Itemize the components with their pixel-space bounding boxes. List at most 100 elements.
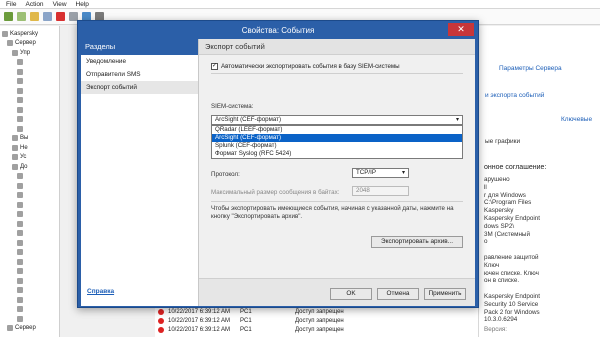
sections-list: Уведомление Отправители SMS Экспорт событи… — [81, 55, 198, 94]
menu-action[interactable]: Action — [25, 1, 43, 8]
maxsize-field[interactable]: 2048 — [352, 186, 409, 196]
section-item[interactable]: Уведомление — [81, 55, 198, 68]
siem-label: SIEM-система: — [211, 103, 254, 110]
tree-item[interactable]: Ус — [12, 153, 26, 162]
tree-item[interactable]: До — [12, 162, 27, 171]
section-item[interactable]: Экспорт событий — [81, 81, 198, 94]
up-folder-icon[interactable] — [30, 12, 39, 21]
tree-item[interactable] — [17, 210, 25, 219]
server-settings-link[interactable]: Параметры Сервера — [499, 65, 562, 72]
tree-item[interactable]: Вы — [12, 134, 28, 143]
info-line: он в списке. — [484, 277, 520, 285]
tree-item[interactable]: Упр — [12, 48, 30, 57]
siem-option[interactable]: QRadar (LEEF-формат) — [212, 126, 462, 134]
info-line: 10.3.0.6294 — [484, 316, 518, 324]
tree-item[interactable] — [17, 276, 25, 285]
dialog-titlebar[interactable]: Свойства: События ✕ — [78, 21, 478, 39]
siem-select[interactable]: ArcSight (CEF-формат) ▾ — [211, 115, 463, 125]
tree-node-icon — [17, 239, 23, 246]
tree-item[interactable] — [17, 314, 25, 323]
tree-item[interactable] — [17, 305, 25, 314]
delete-icon[interactable] — [56, 12, 65, 21]
siem-option[interactable]: Формат Syslog (RFC 5424) — [212, 150, 462, 158]
menu-help[interactable]: Help — [76, 1, 89, 8]
dialog-title: Свойства: События — [241, 26, 315, 35]
table-row[interactable]: 10/22/2017 6:39:12 AM PC1 Доступ запрещен — [155, 317, 344, 325]
apply-button[interactable]: Применить — [424, 288, 466, 300]
tree-item[interactable]: Сервер — [7, 39, 36, 48]
tree-item[interactable]: Kaspersky — [2, 29, 38, 38]
tree-item[interactable] — [17, 77, 25, 86]
keys-link[interactable]: Ключевые — [561, 116, 592, 123]
tree-item[interactable] — [17, 219, 25, 228]
tree-item[interactable] — [17, 58, 25, 67]
table-row[interactable]: 10/22/2017 6:39:12 AM PC1 Доступ запрещен — [155, 308, 344, 316]
tree-node-icon — [17, 87, 23, 94]
back-icon[interactable] — [4, 12, 13, 21]
tree-item[interactable] — [17, 238, 25, 247]
tree-item[interactable] — [17, 115, 25, 124]
tree-node-icon — [17, 306, 23, 312]
tree-item[interactable] — [17, 248, 25, 257]
tree-item[interactable]: Сервер — [7, 324, 36, 333]
info-line: о — [484, 238, 488, 246]
auto-export-row[interactable]: ✓ Автоматически экспортировать события в… — [211, 63, 400, 70]
tree-node-icon — [17, 287, 23, 293]
tree-item[interactable] — [17, 105, 25, 114]
siem-option[interactable]: Splunk (CEF-формат) — [212, 142, 462, 150]
info-line: dows SP2\ — [484, 222, 515, 230]
siem-selected-value: ArcSight (CEF-формат) — [215, 116, 282, 123]
tree-item[interactable] — [17, 96, 25, 105]
console-tree-icon[interactable] — [43, 12, 52, 21]
event-date: 10/22/2017 6:39:12 AM — [168, 327, 231, 333]
menu-file[interactable]: File — [6, 1, 16, 8]
error-icon — [158, 309, 164, 315]
chevron-down-icon[interactable]: ▾ — [402, 169, 405, 177]
tree-node-icon — [17, 268, 23, 274]
tree-node-icon — [17, 277, 23, 284]
event-export-link[interactable]: и экспорта событий — [485, 92, 544, 99]
section-item[interactable]: Отправители SMS — [81, 68, 198, 81]
protocol-label: Протокол: — [211, 171, 240, 178]
forward-icon[interactable] — [17, 12, 26, 21]
tree-item[interactable] — [17, 181, 25, 190]
sections-header: Разделы — [81, 39, 198, 55]
info-line: Kaspersky Endpoint — [484, 215, 541, 222]
info-line: ll — [484, 183, 487, 191]
menu-bar: File Action View Help — [0, 0, 600, 9]
error-icon — [158, 318, 164, 324]
tree-item[interactable] — [17, 267, 25, 276]
tree-node-icon — [17, 78, 23, 84]
tree-item[interactable] — [17, 257, 25, 266]
table-row[interactable]: 10/22/2017 6:39:12 AM PC1 Доступ запрещен — [155, 326, 344, 334]
protocol-select[interactable]: TCP/IP ▾ — [352, 168, 409, 178]
event-description: Доступ запрещен — [295, 309, 344, 315]
siem-option[interactable]: ArcSight (CEF-формат) — [212, 134, 462, 142]
cancel-button[interactable]: Отмена — [377, 288, 419, 300]
tree-item[interactable] — [17, 229, 25, 238]
close-button[interactable]: ✕ — [448, 23, 474, 36]
tree-node-icon — [17, 173, 23, 179]
chevron-down-icon[interactable]: ▾ — [456, 116, 459, 124]
ok-button[interactable]: OK — [330, 288, 372, 300]
tree-item-label: Упр — [20, 49, 31, 56]
info-line: ючен списке. Ключ — [484, 269, 539, 277]
tree-item[interactable] — [17, 191, 25, 200]
auto-export-checkbox[interactable]: ✓ — [211, 63, 218, 70]
console-tree: Kaspersky Сервер Упр Вы Не Ус До Сервер — [0, 26, 60, 337]
tree-item[interactable] — [17, 124, 25, 133]
info-line: Security 10 Service — [484, 300, 539, 308]
tree-item[interactable] — [17, 172, 25, 181]
tree-item[interactable]: Не — [12, 143, 28, 152]
tree-item[interactable] — [17, 286, 25, 295]
tree-node-icon — [17, 201, 23, 208]
tree-item[interactable] — [17, 86, 25, 95]
tree-item[interactable] — [17, 200, 25, 209]
export-archive-button[interactable]: Экспортировать архив... — [371, 236, 463, 248]
menu-view[interactable]: View — [53, 1, 67, 8]
tree-node-icon — [17, 230, 23, 236]
tree-node-icon — [12, 49, 18, 56]
help-link[interactable]: Справка — [87, 288, 114, 295]
tree-item[interactable] — [17, 67, 25, 76]
tree-item[interactable] — [17, 295, 25, 304]
